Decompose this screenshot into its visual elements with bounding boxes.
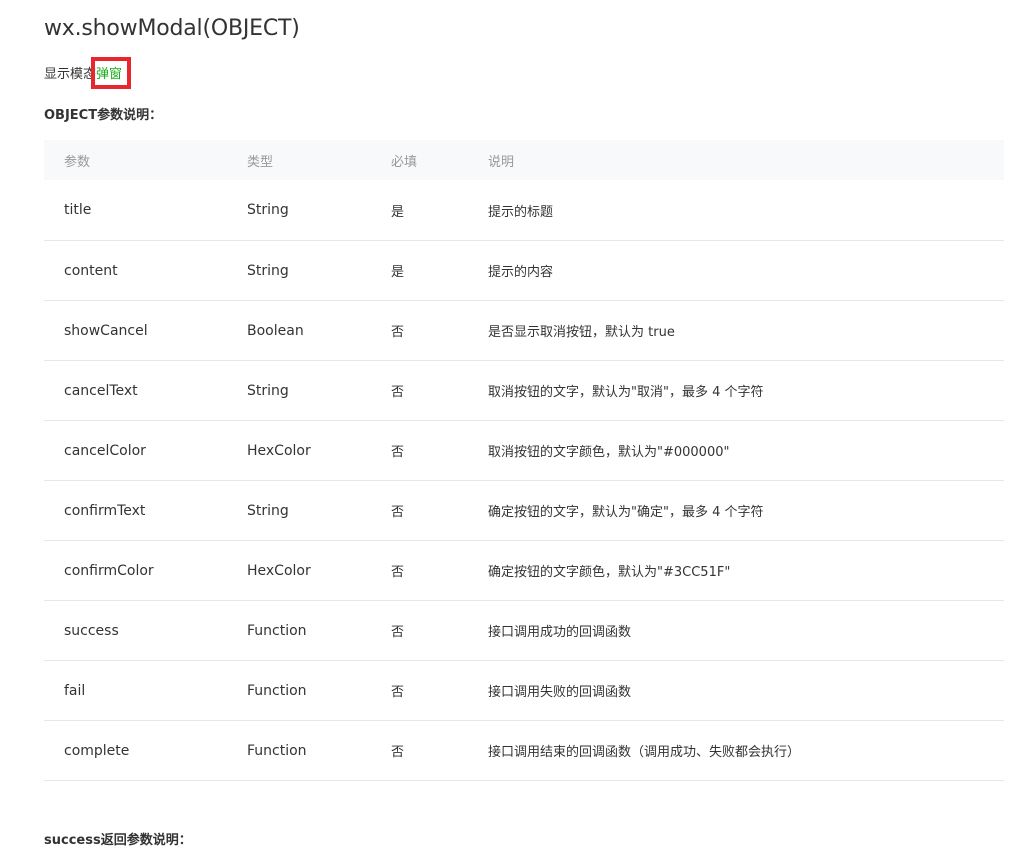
table-row: content String 是 提示的内容 [44,240,1004,301]
cell-type: HexColor [227,540,371,601]
cell-description: 确定按钮的文字颜色，默认为"#3CC51F" [468,540,1004,601]
cell-param: content [44,240,227,301]
highlighted-word: 弹窗 [91,57,132,89]
table-row: success Function 否 接口调用成功的回调函数 [44,600,1004,661]
table-row: complete Function 否 接口调用结束的回调函数（调用成功、失败都… [44,720,1004,781]
header-param: 参数 [44,140,227,180]
cell-param: complete [44,720,227,781]
cell-required: 否 [371,360,468,421]
table-row: cancelText String 否 取消按钮的文字，默认为"取消"，最多 4… [44,360,1004,421]
success-params-heading: success返回参数说明： [44,833,192,848]
cell-description: 接口调用失败的回调函数 [468,660,1004,721]
cell-description: 确定按钮的文字，默认为"确定"，最多 4 个字符 [468,480,1004,541]
description-text: 显示模态 [44,67,97,82]
cell-required: 否 [371,600,468,661]
cell-required: 否 [371,660,468,721]
cell-type: String [227,180,371,241]
object-params-heading: OBJECT参数说明： [44,108,163,123]
cell-param: cancelColor [44,420,227,481]
header-type: 类型 [227,140,371,180]
cell-description: 提示的标题 [468,180,1004,241]
cell-type: String [227,480,371,541]
cell-description: 接口调用结束的回调函数（调用成功、失败都会执行） [468,720,1004,781]
page-title: wx.showModal(OBJECT) [44,16,300,41]
params-table: 参数 类型 必填 说明 title String 是 提示的标题 content… [44,140,1004,781]
cell-param: confirmText [44,480,227,541]
table-row: fail Function 否 接口调用失败的回调函数 [44,660,1004,721]
cell-param: cancelText [44,360,227,421]
cell-required: 否 [371,300,468,361]
cell-description: 取消按钮的文字，默认为"取消"，最多 4 个字符 [468,360,1004,421]
cell-param: success [44,600,227,661]
cell-required: 否 [371,720,468,781]
cell-description: 取消按钮的文字颜色，默认为"#000000" [468,420,1004,481]
cell-description: 接口调用成功的回调函数 [468,600,1004,661]
header-required: 必填 [371,140,468,180]
cell-type: HexColor [227,420,371,481]
cell-param: title [44,180,227,241]
table-row: confirmColor HexColor 否 确定按钮的文字颜色，默认为"#3… [44,540,1004,601]
cell-required: 是 [371,240,468,301]
table-row: cancelColor HexColor 否 取消按钮的文字颜色，默认为"#00… [44,420,1004,481]
cell-type: String [227,360,371,421]
cell-type: Function [227,660,371,721]
cell-required: 是 [371,180,468,241]
cell-description: 提示的内容 [468,240,1004,301]
cell-required: 否 [371,540,468,601]
table-row: title String 是 提示的标题 [44,180,1004,241]
cell-type: Function [227,600,371,661]
cell-required: 否 [371,420,468,481]
table-header-row: 参数 类型 必填 说明 [44,140,1004,180]
cell-param: confirmColor [44,540,227,601]
cell-required: 否 [371,480,468,541]
table-row: showCancel Boolean 否 是否显示取消按钮，默认为 true [44,300,1004,361]
cell-param: showCancel [44,300,227,361]
cell-type: String [227,240,371,301]
cell-type: Boolean [227,300,371,361]
api-description: 显示模态弹窗 [44,57,132,89]
table-row: confirmText String 否 确定按钮的文字，默认为"确定"，最多 … [44,480,1004,541]
doc-page: wx.showModal(OBJECT) 显示模态弹窗 OBJECT参数说明： … [0,0,1026,855]
cell-description: 是否显示取消按钮，默认为 true [468,300,1004,361]
cell-param: fail [44,660,227,721]
cell-type: Function [227,720,371,781]
header-description: 说明 [468,140,1004,180]
